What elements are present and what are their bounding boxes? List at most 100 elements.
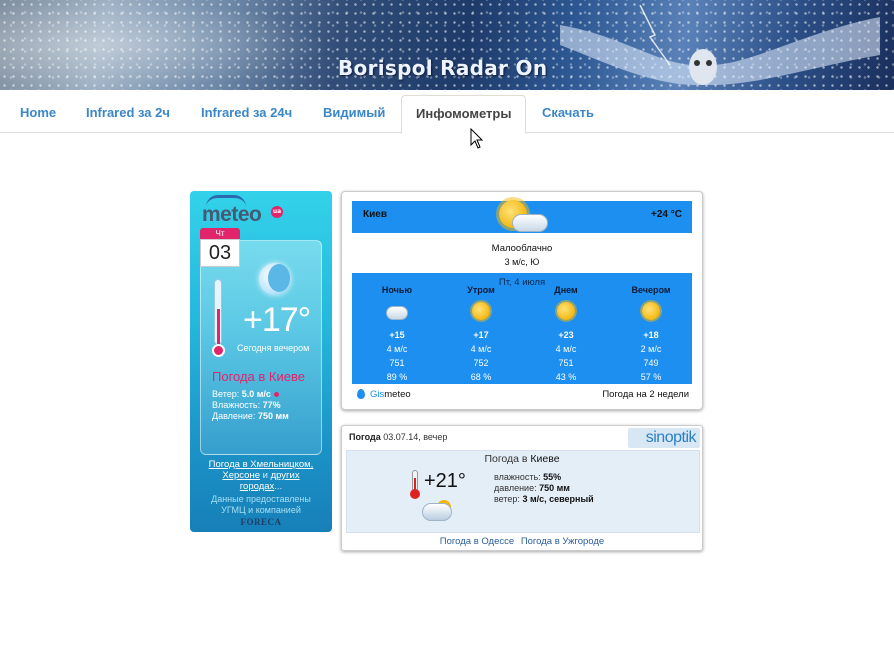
forecast-icon xyxy=(616,298,686,328)
sinoptik-date: 03.07.14, вечер xyxy=(383,432,448,442)
forecast-column-evening: Вечером +18 2 м/с 749 57 % xyxy=(616,285,686,384)
sinoptik-header: Погода 03.07.14, вечер xyxy=(349,432,447,442)
link-khmelnitsky[interactable]: Погода в Хмельницком, xyxy=(209,459,314,470)
link-cities[interactable]: городах xyxy=(240,481,274,492)
gismeteo-condition: Малооблачно xyxy=(491,243,553,254)
wind-value: 3 м/с, северный xyxy=(522,494,594,504)
mouse-cursor-icon xyxy=(470,128,484,149)
forecast-icon xyxy=(362,298,432,328)
forecast-pressure: 751 xyxy=(558,358,574,368)
forecast-temp: +17 xyxy=(473,330,489,340)
forecast-wind: 4 м/с xyxy=(555,344,577,354)
meteo-credit: Данные предоставлены УГМЦ и компанией xyxy=(198,494,324,516)
heading-city[interactable]: Киеве xyxy=(530,453,559,465)
credit-line-1: Данные предоставлены xyxy=(211,494,311,504)
forecast-period-label: Днем xyxy=(554,285,578,295)
sinoptik-temperature: +21° xyxy=(424,470,466,492)
sinoptik-heading: Погода в Киеве xyxy=(342,453,702,465)
nav-item-home[interactable]: Home xyxy=(6,95,70,133)
gismeteo-widget: Киев +24 °C Малооблачно 3 м/с, Ю Пт, 4 и… xyxy=(341,191,703,410)
forecast-temp: +23 xyxy=(558,330,574,340)
gismeteo-current-temp: +24 °C xyxy=(651,209,682,220)
sinoptik-logo[interactable]: sinoptik xyxy=(646,429,697,447)
pressure-label: Давление: xyxy=(212,411,256,421)
link-other[interactable]: других xyxy=(271,470,300,481)
meteo-humidity-row: Влажность: 77% xyxy=(212,400,281,410)
sun-icon xyxy=(557,302,575,320)
forecast-icon xyxy=(531,298,601,328)
forecast-wind: 4 м/с xyxy=(470,344,492,354)
header-banner: Borispol Radar On xyxy=(0,0,894,90)
forecast-period-label: Утром xyxy=(467,285,495,295)
meteo-logo[interactable]: meteo xyxy=(202,203,262,227)
meteo-temperature: +17° xyxy=(243,301,311,339)
nav-item-infometers[interactable]: Инфомометры xyxy=(401,95,527,134)
humidity-value: 77% xyxy=(262,400,281,410)
site-title: Borispol Radar On xyxy=(338,56,548,80)
gismeteo-brand-link[interactable]: Gismeteo xyxy=(370,389,411,400)
thermometer-bulb xyxy=(212,344,225,357)
pressure-label: давление: xyxy=(494,483,537,493)
pressure-value: 750 мм xyxy=(539,483,570,493)
pressure-value: 750 мм xyxy=(257,411,289,421)
forecast-wind: 4 м/с xyxy=(386,344,408,354)
forecast-column-morning: Утром +17 4 м/с 752 68 % xyxy=(446,285,516,384)
humidity-label: влажность: xyxy=(494,472,541,482)
gismeteo-city[interactable]: Киев xyxy=(363,209,387,220)
link-kherson[interactable]: Херсоне xyxy=(222,470,260,481)
meteo-city-links: Погода в Хмельницком, Херсоне и других г… xyxy=(198,459,324,492)
wind-label: Ветер: xyxy=(212,389,240,399)
link-odessa[interactable]: Погода в Одессе xyxy=(440,536,514,547)
nav-item-visible[interactable]: Видимый xyxy=(309,95,399,133)
forecast-pressure: 752 xyxy=(473,358,489,368)
nav-item-download[interactable]: Скачать xyxy=(528,95,608,133)
credit-line-2: УГМЦ и компанией xyxy=(221,505,301,515)
forecast-temp: +18 xyxy=(643,330,659,340)
forecast-period-label: Ночью xyxy=(381,285,413,295)
gismeteo-current-wind: 3 м/с, Ю xyxy=(504,257,540,267)
wind-label: ветер: xyxy=(494,494,520,504)
links-and: и xyxy=(262,470,268,481)
moon-shadow xyxy=(268,264,290,292)
meteo-city-title[interactable]: Погода в Киеве xyxy=(212,369,305,384)
forecast-pressure: 751 xyxy=(389,358,405,368)
thermometer-fill xyxy=(217,309,220,347)
meteo-wind-row: Ветер: 5.0 м/с xyxy=(212,389,279,399)
owl-illustration xyxy=(560,5,880,85)
sinoptik-wind: ветер: 3 м/с, северный xyxy=(494,494,594,504)
links-ellipsis: ... xyxy=(274,481,283,492)
main-nav: Home Infrared за 2ч Infrared за 24ч Види… xyxy=(0,90,894,134)
link-uzhgorod[interactable]: Погода в Ужгороде xyxy=(521,536,604,547)
foreca-logo[interactable]: FORECA xyxy=(238,517,284,527)
sinoptik-humidity: влажность: 55% xyxy=(494,472,561,482)
humidity-label: Влажность: xyxy=(212,400,261,410)
brand-suffix: meteo xyxy=(384,389,411,400)
forecast-pressure: 749 xyxy=(643,358,659,368)
sun-icon xyxy=(472,302,490,320)
meteo-pressure-row: Давление: 750 мм xyxy=(212,411,289,421)
two-weeks-link[interactable]: Погода на 2 недели xyxy=(602,389,689,400)
banner-glow xyxy=(0,0,330,90)
heading-prefix: Погода в xyxy=(484,453,528,465)
forecast-icon xyxy=(446,298,516,328)
calendar-date: 03 xyxy=(200,239,240,267)
meteo-period: Сегодня вечером xyxy=(237,343,310,353)
thermometer-bulb xyxy=(410,489,420,499)
wind-value: 5.0 м/с xyxy=(241,389,271,399)
cloud-icon xyxy=(386,306,408,320)
wind-direction-icon xyxy=(273,392,279,398)
forecast-column-night: Ночью +15 4 м/с 751 89 % xyxy=(362,285,432,384)
humidity-value: 55% xyxy=(543,472,562,482)
cloud-icon xyxy=(422,503,452,521)
sinoptik-logo-box: sinoptik xyxy=(628,428,700,448)
forecast-humidity: 68 % xyxy=(470,372,492,382)
sinoptik-pressure: давление: 750 мм xyxy=(494,483,570,493)
partly-cloudy-cloud-icon xyxy=(512,214,548,232)
nav-item-infrared-2h[interactable]: Infrared за 2ч xyxy=(72,95,184,133)
nav-item-infrared-24h[interactable]: Infrared за 24ч xyxy=(187,95,306,133)
sinoptik-links: Погода в Одессе Погода в Ужгороде xyxy=(342,536,702,547)
sinoptik-widget: Погода 03.07.14, вечер sinoptik Погода в… xyxy=(341,425,703,551)
sun-icon xyxy=(642,302,660,320)
meteo-widget: meteo ua Чт 03 +17° Сегодня вечером Пого… xyxy=(190,191,332,532)
forecast-column-day: Днем +23 4 м/с 751 43 % xyxy=(531,285,601,384)
